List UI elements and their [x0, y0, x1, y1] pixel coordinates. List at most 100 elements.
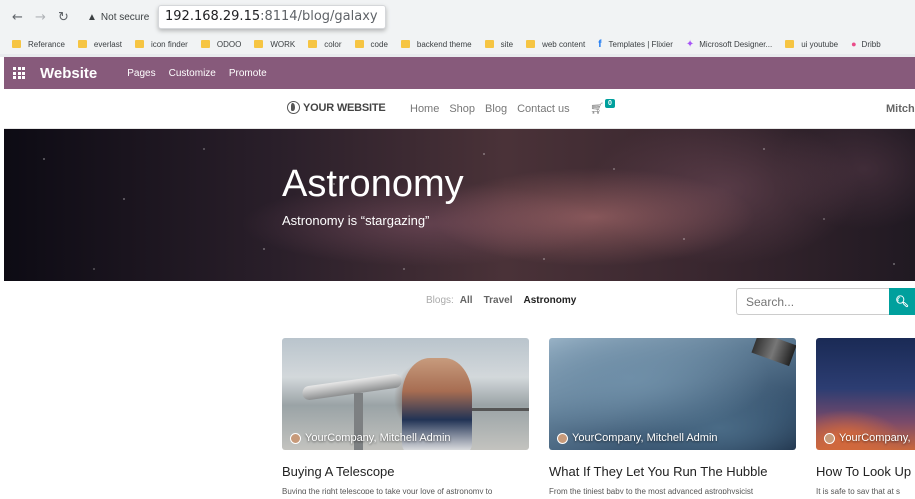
- avatar: [824, 432, 835, 444]
- apps-grid-icon[interactable]: [13, 67, 25, 79]
- bookmark-label: web content: [542, 39, 586, 49]
- folder-icon: [254, 40, 264, 48]
- post-excerpt: Buying the right telescope to take your …: [282, 487, 493, 494]
- bookmark-label: Referance: [28, 39, 65, 49]
- odoo-top-bar: Website Pages Customize Promote: [4, 57, 915, 89]
- post-cover-image[interactable]: YourCompany,: [816, 338, 915, 450]
- bookmark-label: WORK: [270, 39, 296, 49]
- cart-icon: 🛒︎: [590, 103, 604, 115]
- post-cover-image[interactable]: YourCompany, Mitchell Admin: [549, 338, 796, 450]
- bookmark-label: color: [324, 39, 342, 49]
- post-excerpt: From the tiniest baby to the most advanc…: [549, 487, 754, 494]
- browser-chrome: ← → ↻ ▲ Not secure 192.168.29.15:8114/blo…: [0, 0, 915, 57]
- globe-icon: [287, 101, 300, 114]
- avatar: [290, 432, 301, 444]
- post-cover-image[interactable]: YourCompany, Mitchell Admin: [282, 338, 529, 450]
- bookmark-item[interactable]: web content: [526, 40, 585, 49]
- folder-icon: [12, 40, 21, 48]
- bookmark-label: Templates | Flixier: [608, 39, 673, 49]
- bookmark-label: ODOO: [216, 39, 242, 49]
- bookmark-item[interactable]: everlast: [77, 39, 122, 49]
- blog-tab-astronomy[interactable]: Astronomy: [524, 295, 577, 306]
- post-title[interactable]: Buying A Telescope: [282, 464, 529, 479]
- blog-tab-all[interactable]: All: [460, 295, 473, 306]
- folder-icon: [308, 40, 318, 48]
- security-indicator[interactable]: ▲ Not secure: [87, 12, 149, 23]
- bookmark-label: Microsoft Designer...: [699, 39, 773, 49]
- blog-post-card[interactable]: YourCompany, How To Look Up It is safe t…: [816, 338, 915, 494]
- search-button[interactable]: 🔍︎: [889, 288, 915, 315]
- nav-shop[interactable]: Shop: [449, 103, 475, 115]
- nav-blog[interactable]: Blog: [485, 103, 507, 115]
- post-title[interactable]: What If They Let You Run The Hubble: [549, 464, 796, 479]
- bookmark-item[interactable]: ✦ Microsoft Designer...: [686, 39, 772, 50]
- bookmark-label: site: [500, 39, 514, 49]
- bookmark-label: ui youtube: [801, 39, 839, 49]
- blog-search-input[interactable]: [736, 288, 890, 315]
- bookmark-item[interactable]: ui youtube: [785, 40, 838, 49]
- user-menu[interactable]: Mitch: [886, 103, 915, 115]
- cart-count-badge: 0: [604, 99, 615, 108]
- bookmark-item[interactable]: code: [354, 39, 388, 49]
- bookmark-label: code: [370, 39, 388, 49]
- blog-filter: Blogs: All Travel Astronomy: [426, 295, 587, 306]
- bookmark-label: backend theme: [416, 39, 472, 49]
- blog-post-card[interactable]: YourCompany, Mitchell Admin Buying A Tel…: [282, 338, 529, 494]
- post-author: YourCompany, Mitchell Admin: [557, 432, 718, 444]
- app-title[interactable]: Website: [40, 65, 97, 82]
- address-row: ← → ↻ ▲ Not secure 192.168.29.15:8114/blo…: [0, 0, 915, 34]
- security-label: Not secure: [100, 12, 150, 23]
- bookmarks-bar: Referance everlast icon finder ODOO WORK…: [0, 34, 915, 54]
- bookmark-label: everlast: [93, 39, 122, 49]
- bookmark-item[interactable]: ODOO: [200, 39, 242, 49]
- site-logo[interactable]: YOUR WEBSITE: [287, 101, 386, 114]
- bookmark-item[interactable]: icon finder: [134, 39, 188, 49]
- bookmark-item[interactable]: Referance: [12, 40, 65, 49]
- dribbble-icon: ●: [851, 39, 857, 49]
- post-author: YourCompany, Mitchell Admin: [290, 432, 451, 444]
- bookmark-item[interactable]: backend theme: [400, 39, 472, 49]
- bookmark-item[interactable]: color: [308, 39, 342, 49]
- bookmark-item[interactable]: ● Dribb: [851, 39, 881, 49]
- folder-icon: [200, 40, 210, 48]
- url-path: :8114/blog/galaxy: [260, 9, 378, 24]
- folder-icon: [484, 40, 494, 48]
- facebook-icon: f: [598, 38, 602, 50]
- site-nav: Home Shop Blog Contact us: [410, 103, 580, 115]
- folder-icon: [526, 40, 536, 48]
- menu-promote[interactable]: Promote: [229, 68, 267, 79]
- nav-contact[interactable]: Contact us: [517, 103, 570, 115]
- author-name: YourCompany, Mitchell Admin: [572, 432, 718, 444]
- folder-icon: [134, 40, 144, 48]
- bookmark-item[interactable]: WORK: [254, 40, 295, 49]
- bookmark-label: icon finder: [150, 39, 188, 49]
- cart-link[interactable]: 🛒︎ 0: [590, 99, 615, 115]
- back-arrow-icon[interactable]: ←: [12, 10, 23, 25]
- bookmark-label: Dribb: [861, 39, 881, 49]
- folder-icon: [77, 40, 87, 48]
- author-name: YourCompany, Mitchell Admin: [305, 432, 451, 444]
- menu-customize[interactable]: Customize: [169, 68, 216, 79]
- nav-home[interactable]: Home: [410, 103, 439, 115]
- reload-icon[interactable]: ↻: [58, 10, 69, 25]
- search-icon: 🔍︎: [895, 296, 909, 308]
- blog-hero-banner: Astronomy Astronomy is “stargazing”: [4, 129, 915, 281]
- blog-title: Astronomy: [282, 163, 464, 205]
- author-name: YourCompany,: [839, 432, 911, 444]
- post-author: YourCompany,: [824, 432, 911, 444]
- blog-subtitle: Astronomy is “stargazing”: [282, 213, 430, 228]
- menu-pages[interactable]: Pages: [127, 68, 155, 79]
- warning-icon: ▲: [87, 12, 97, 23]
- folder-icon: [354, 40, 364, 48]
- blog-post-card[interactable]: YourCompany, Mitchell Admin What If They…: [549, 338, 796, 494]
- post-title[interactable]: How To Look Up: [816, 464, 915, 479]
- post-excerpt: It is safe to say that at s: [816, 487, 901, 494]
- forward-arrow-icon[interactable]: →: [35, 10, 46, 25]
- url-field[interactable]: 192.168.29.15:8114/blog/galaxy: [158, 5, 386, 29]
- logo-text: YOUR WEBSITE: [303, 101, 386, 114]
- bookmark-item[interactable]: site: [484, 39, 514, 49]
- bookmark-item[interactable]: f Templates | Flixier: [598, 39, 673, 50]
- folder-icon: [785, 40, 795, 48]
- blogs-label: Blogs:: [426, 295, 454, 306]
- blog-tab-travel[interactable]: Travel: [484, 295, 513, 306]
